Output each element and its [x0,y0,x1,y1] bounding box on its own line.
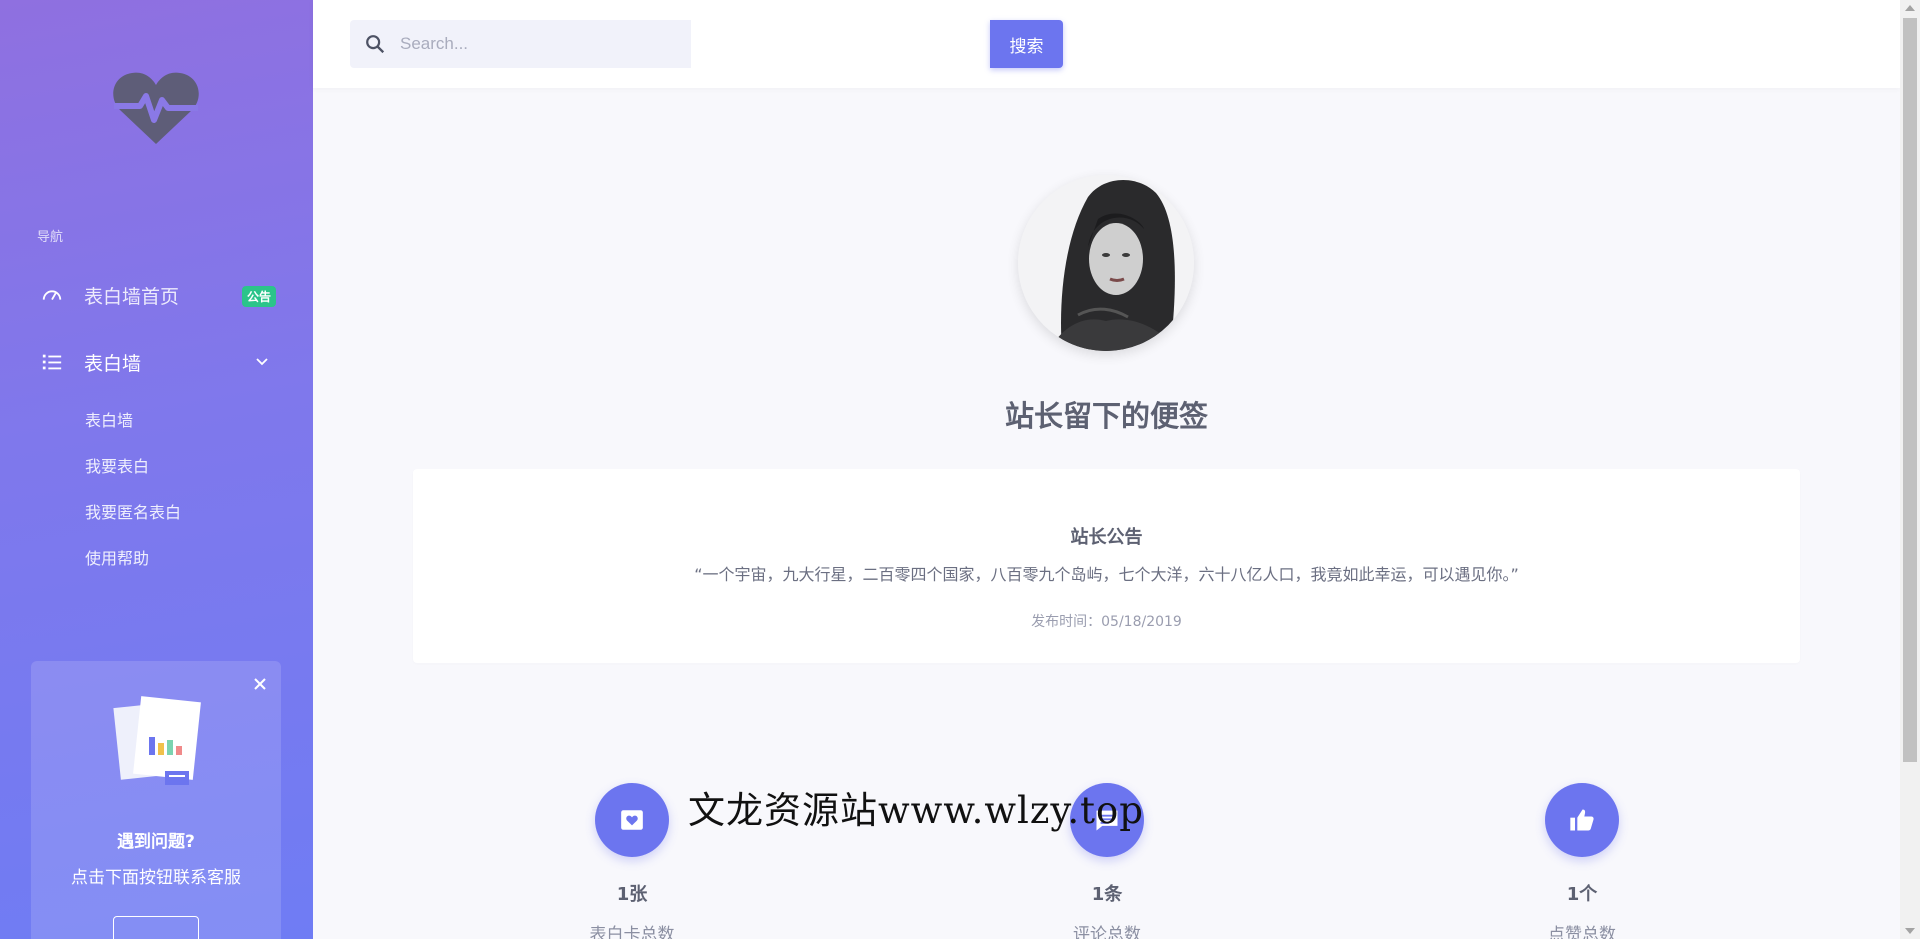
scroll-up-arrow-icon[interactable] [1905,5,1915,11]
search-button[interactable]: 搜索 [990,20,1063,68]
sidebar-item-home[interactable]: 表白墙首页 公告 [40,277,278,313]
hooded-portrait-image [1018,175,1194,351]
page-title: 站长留下的便签 [1004,399,1208,433]
help-card-title: 遇到问题? [117,832,195,852]
nav-heading: 导航 [37,230,64,245]
help-card: 遇到问题? 点击下面按钮联系客服 [31,661,281,939]
stat-label: 表白卡总数 [589,925,675,939]
stat-value: 1条 [1091,884,1123,905]
search-icon [366,35,385,54]
thumbs-up-icon [1545,783,1619,857]
stat-value: 1个 [1566,884,1598,905]
stat-label: 点赞总数 [1548,925,1616,939]
list-icon [40,350,64,374]
scrollbar-thumb[interactable] [1903,18,1917,762]
top-header: 搜索 [313,0,1900,88]
sub-item-help[interactable]: 使用帮助 [85,545,149,569]
sub-item-anonymous-confess[interactable]: 我要匿名表白 [85,499,181,523]
close-icon[interactable] [253,677,267,691]
stat-label: 评论总数 [1073,925,1141,939]
contact-support-button[interactable] [113,916,199,939]
sidebar: 导航 表白墙首页 公告 表白墙 表白墙 我要表白 我要匿名表白 使用帮助 遇到问… [0,0,313,939]
notice-badge: 公告 [241,286,276,307]
watermark-text: 文龙资源站www.wlzy.top [688,789,1144,832]
chevron-down-icon [256,358,268,366]
notice-quote: “一个宇宙，九大行星，二百零四个国家，八百零九个岛屿，七个大洋，六十八亿人口，我… [694,565,1519,584]
notice-title: 站长公告 [1070,527,1143,548]
report-document-illustration-icon [113,696,201,785]
sub-item-wall[interactable]: 表白墙 [85,407,133,431]
heart-pulse-logo-icon[interactable] [112,70,200,146]
sub-item-confess[interactable]: 我要表白 [85,453,149,477]
notice-date: 发布时间：05/18/2019 [1031,614,1182,630]
sidebar-item-wall[interactable]: 表白墙 [40,344,278,380]
heart-box-icon [595,783,669,857]
dashboard-gauge-icon [40,283,64,307]
stat-value: 1张 [616,884,648,905]
sidebar-item-label: 表白墙 [84,352,142,375]
help-card-subtitle: 点击下面按钮联系客服 [71,868,241,888]
scroll-down-arrow-icon[interactable] [1905,928,1915,934]
search-box [350,20,691,68]
search-input[interactable] [400,20,620,68]
admin-avatar [1018,175,1194,351]
notice-card: 站长公告 “一个宇宙，九大行星，二百零四个国家，八百零九个岛屿，七个大洋，六十八… [413,469,1800,663]
page-scrollbar[interactable] [1900,0,1920,939]
stat-card-likes: 1个 点赞总数 [1482,783,1682,939]
sidebar-item-label: 表白墙首页 [84,285,180,308]
